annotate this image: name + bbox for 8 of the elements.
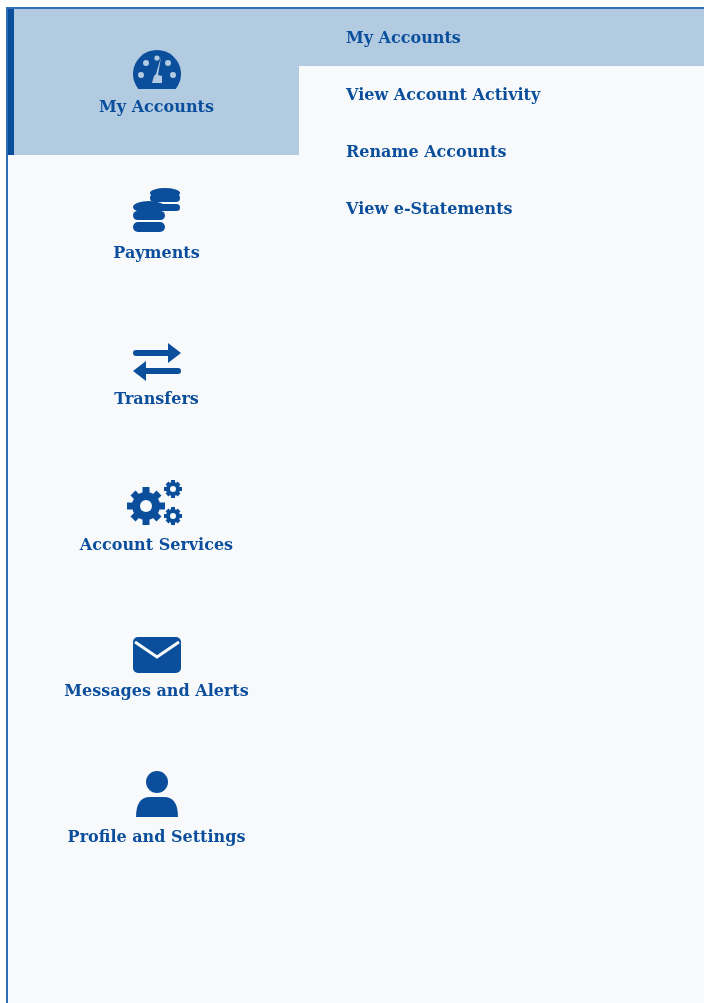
nav-item[interactable]: My Accounts [8,9,299,155]
submenu-item[interactable]: My Accounts [299,9,704,66]
coins-icon [132,188,180,232]
envelope-icon [132,637,181,673]
gears-icon [126,480,182,525]
swap-arrows-icon [132,343,181,381]
gauge-icon [132,50,181,89]
person-icon [135,771,178,817]
